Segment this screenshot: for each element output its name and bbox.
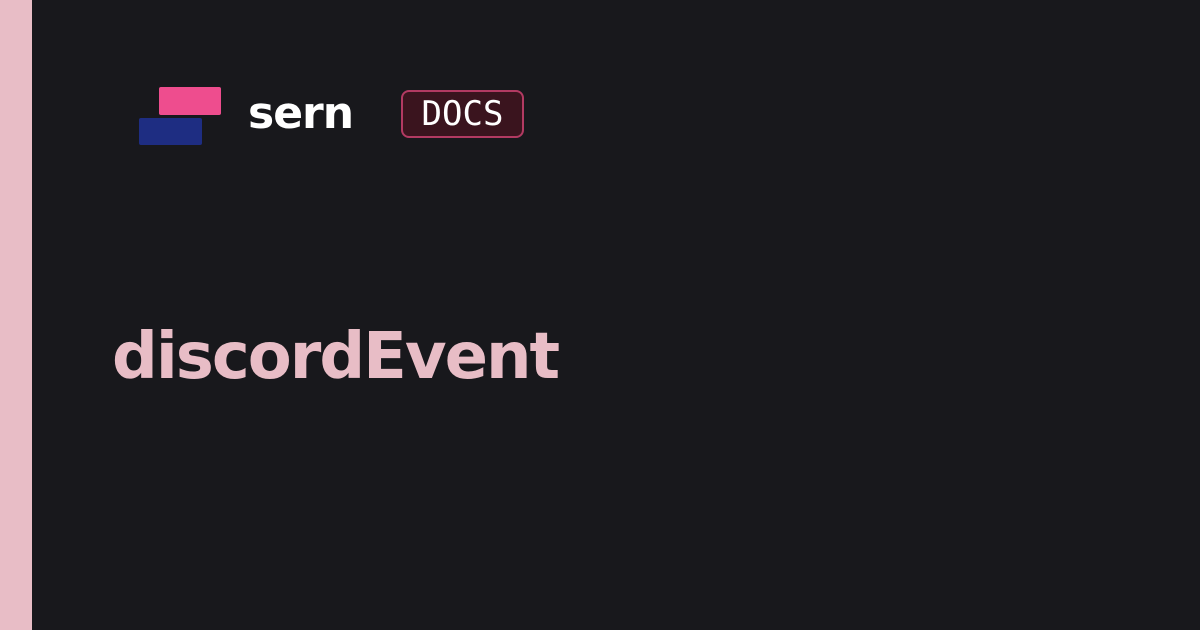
docs-badge: DOCS bbox=[401, 90, 524, 138]
page-title: discordEvent bbox=[112, 320, 560, 394]
logo-top-bar bbox=[159, 87, 221, 115]
docs-badge-label: DOCS bbox=[421, 94, 504, 134]
social-card: sern DOCS discordEvent bbox=[0, 0, 1200, 630]
stacked-bars-logo-icon bbox=[139, 87, 223, 147]
brand-name: sern bbox=[248, 88, 354, 139]
accent-strip bbox=[0, 0, 32, 630]
logo-bottom-bar bbox=[139, 118, 202, 145]
